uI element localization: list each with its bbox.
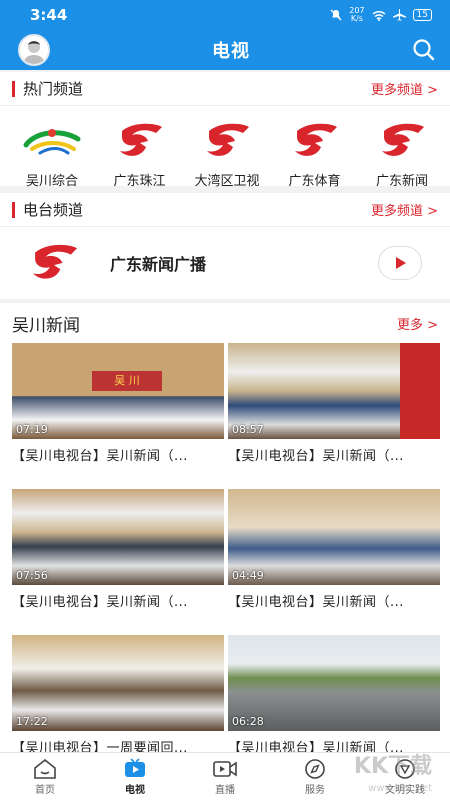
video-camera-icon xyxy=(213,761,237,777)
channel-name: 广东新闻 xyxy=(375,174,428,189)
more-channels-link[interactable]: 更多频道 > xyxy=(371,79,438,98)
compass-icon xyxy=(305,759,325,779)
news-card[interactable]: 08:57 【吴川电视台】吴川新闻（... xyxy=(228,343,440,489)
tab-tv[interactable]: 电视 xyxy=(95,753,175,800)
video-duration: 07:56 xyxy=(16,569,48,582)
status-time: 3:44 xyxy=(30,6,68,24)
more-news-link[interactable]: 更多 > xyxy=(397,314,438,333)
video-thumbnail: 吴 川 07:19 xyxy=(12,343,224,439)
channel-name: 广东珠江 xyxy=(113,174,166,189)
news-card-title: 【吴川电视台】吴川新闻（... xyxy=(12,595,188,610)
channel-item-gd-zhujiang[interactable]: 广东珠江 xyxy=(98,116,182,189)
tab-service[interactable]: 服务 xyxy=(275,753,355,800)
channel-item-gd-news[interactable]: 广东新闻 xyxy=(360,116,444,189)
channel-name: 大湾区卫视 xyxy=(194,174,260,189)
tab-label: 电视 xyxy=(125,785,145,796)
tab-label: 直播 xyxy=(215,785,235,796)
battery-icon: 15 xyxy=(412,9,432,21)
news-card-title: 【吴川电视台】吴川新闻（... xyxy=(228,449,404,464)
news-section: 吴川新闻 更多 > 吴 川 07:19 【吴川电视台】吴川新闻（... 08:5… xyxy=(0,303,450,756)
channel-name: 广东体育 xyxy=(288,174,341,189)
network-speed-unit: K/s xyxy=(350,14,363,23)
news-card-title: 【吴川电视台】吴川新闻（... xyxy=(12,449,188,464)
video-duration: 04:49 xyxy=(232,569,264,582)
video-thumbnail: 04:49 xyxy=(228,489,440,585)
play-icon xyxy=(396,257,406,269)
channel-name: 吴川综合 xyxy=(25,174,78,189)
wuchuan-logo-icon xyxy=(23,129,81,155)
radio-title-text: 电台频道 xyxy=(23,201,84,219)
video-duration: 06:28 xyxy=(232,715,264,728)
video-duration: 07:19 xyxy=(16,423,48,436)
page-title: 电视 xyxy=(212,41,250,62)
news-card-title: 【吴川电视台】吴川新闻（... xyxy=(228,595,404,610)
gdtv-logo-icon xyxy=(382,123,424,156)
news-card[interactable]: 吴 川 07:19 【吴川电视台】吴川新闻（... xyxy=(12,343,224,489)
hot-channels-header: 热门频道 更多频道 > xyxy=(0,72,450,106)
video-thumbnail: 06:28 xyxy=(228,635,440,731)
hot-channels-title: 热门频道 xyxy=(12,78,83,99)
video-duration: 17:22 xyxy=(16,715,48,728)
gdtv-logo-icon xyxy=(119,123,162,156)
mute-icon xyxy=(330,9,342,21)
hot-channels-title-text: 热门频道 xyxy=(23,80,84,98)
title-bar: 电视 xyxy=(0,30,450,70)
more-radio-link[interactable]: 更多频道 > xyxy=(371,200,438,219)
news-card[interactable]: 07:56 【吴川电视台】吴川新闻（... xyxy=(12,489,224,635)
user-avatar-icon xyxy=(23,41,45,64)
play-button[interactable] xyxy=(378,246,422,280)
radio-station-row[interactable]: 广东新闻广播 xyxy=(0,227,450,299)
video-thumbnail: 07:56 xyxy=(12,489,224,585)
news-grid: 吴 川 07:19 【吴川电视台】吴川新闻（... 08:57 【吴川电视台】吴… xyxy=(0,343,450,781)
radio-header: 电台频道 更多频道 > xyxy=(0,193,450,227)
avatar[interactable] xyxy=(18,34,50,66)
news-title: 吴川新闻 xyxy=(12,315,80,336)
hot-channels-section: 热门频道 更多频道 > 吴川综合 广东珠江 大湾区卫视 广东体育 广东新闻 xyxy=(0,72,450,189)
status-bar: 3:44 207 K/s 15 xyxy=(0,0,450,30)
news-header: 吴川新闻 更多 > xyxy=(0,303,450,343)
channel-list: 吴川综合 广东珠江 大湾区卫视 广东体育 广东新闻 xyxy=(0,106,450,189)
gdtv-logo-icon xyxy=(33,244,78,279)
tab-live[interactable]: 直播 xyxy=(185,753,265,800)
tv-icon xyxy=(125,758,145,777)
news-card[interactable]: 04:49 【吴川电视台】吴川新闻（... xyxy=(228,489,440,635)
network-speed: 207 K/s xyxy=(349,7,364,23)
wifi-icon xyxy=(372,10,386,21)
top-bar: 3:44 207 K/s 15 电视 xyxy=(0,0,450,70)
channel-item-greater-bay[interactable]: 大湾区卫视 xyxy=(185,116,269,189)
watermark-text: KK下载 xyxy=(353,754,432,779)
watermark-url: www.kkx.net xyxy=(368,783,432,794)
gdtv-logo-icon xyxy=(294,123,337,156)
radio-section: 电台频道 更多频道 > 广东新闻广播 xyxy=(0,193,450,299)
radio-title: 电台频道 xyxy=(12,199,83,220)
video-duration: 08:57 xyxy=(232,423,264,436)
video-thumbnail: 17:22 xyxy=(12,635,224,731)
video-thumbnail: 08:57 xyxy=(228,343,440,439)
tab-home[interactable]: 首页 xyxy=(5,753,85,800)
status-icons: 207 K/s 15 xyxy=(330,7,432,23)
channel-item-gd-sports[interactable]: 广东体育 xyxy=(273,116,357,189)
gdtv-logo-icon xyxy=(207,123,249,156)
tab-label: 首页 xyxy=(35,785,55,796)
channel-item-wuchuan[interactable]: 吴川综合 xyxy=(10,116,94,189)
home-icon xyxy=(34,758,56,779)
airplane-icon xyxy=(392,9,406,21)
tab-label: 服务 xyxy=(305,785,325,796)
search-icon[interactable] xyxy=(412,38,436,62)
radio-station-name: 广东新闻广播 xyxy=(110,255,207,274)
